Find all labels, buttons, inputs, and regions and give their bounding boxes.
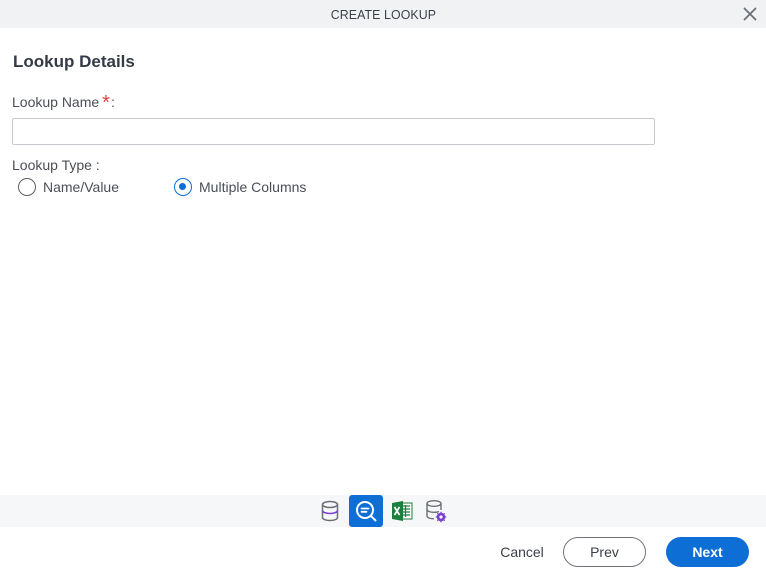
radio-name-value-label: Name/Value — [43, 179, 120, 195]
prev-button[interactable]: Prev — [563, 537, 646, 567]
search-lookup-source-button[interactable] — [349, 495, 383, 527]
dialog-header: CREATE LOOKUP — [0, 0, 766, 28]
required-asterisk: * — [102, 92, 110, 114]
radio-name-value[interactable]: Name/Value — [18, 178, 119, 196]
create-lookup-dialog: CREATE LOOKUP Lookup Details Lookup Name… — [0, 0, 766, 574]
radio-name-value-circle[interactable] — [18, 178, 36, 196]
radio-multiple-columns-label: Multiple Columns — [199, 179, 307, 195]
lookup-name-input[interactable] — [12, 118, 655, 145]
lookup-name-label: Lookup Name *: — [12, 93, 115, 113]
radio-multiple-columns[interactable]: Multiple Columns — [174, 178, 306, 196]
label-colon: : — [110, 94, 115, 110]
lookup-type-radio-group: Name/Value Multiple Columns — [18, 178, 306, 196]
lookup-name-label-text: Lookup Name — [12, 94, 100, 110]
excel-source-button[interactable] — [387, 496, 417, 526]
section-title: Lookup Details — [13, 52, 135, 71]
close-icon — [743, 7, 757, 21]
lookup-source-toolbar — [0, 495, 766, 527]
excel-icon — [392, 501, 413, 521]
lookup-type-label: Lookup Type : — [12, 157, 100, 173]
cancel-button[interactable]: Cancel — [493, 537, 551, 567]
database-icon — [321, 500, 339, 522]
dialog-title: CREATE LOOKUP — [330, 6, 436, 22]
database-settings-source-button[interactable] — [421, 496, 451, 526]
radio-multiple-columns-circle[interactable] — [174, 178, 193, 196]
database-source-button[interactable] — [315, 496, 345, 526]
close-button[interactable] — [740, 4, 760, 24]
next-button[interactable]: Next — [666, 537, 749, 567]
search-lookup-icon — [356, 501, 377, 522]
database-settings-icon — [426, 500, 447, 523]
